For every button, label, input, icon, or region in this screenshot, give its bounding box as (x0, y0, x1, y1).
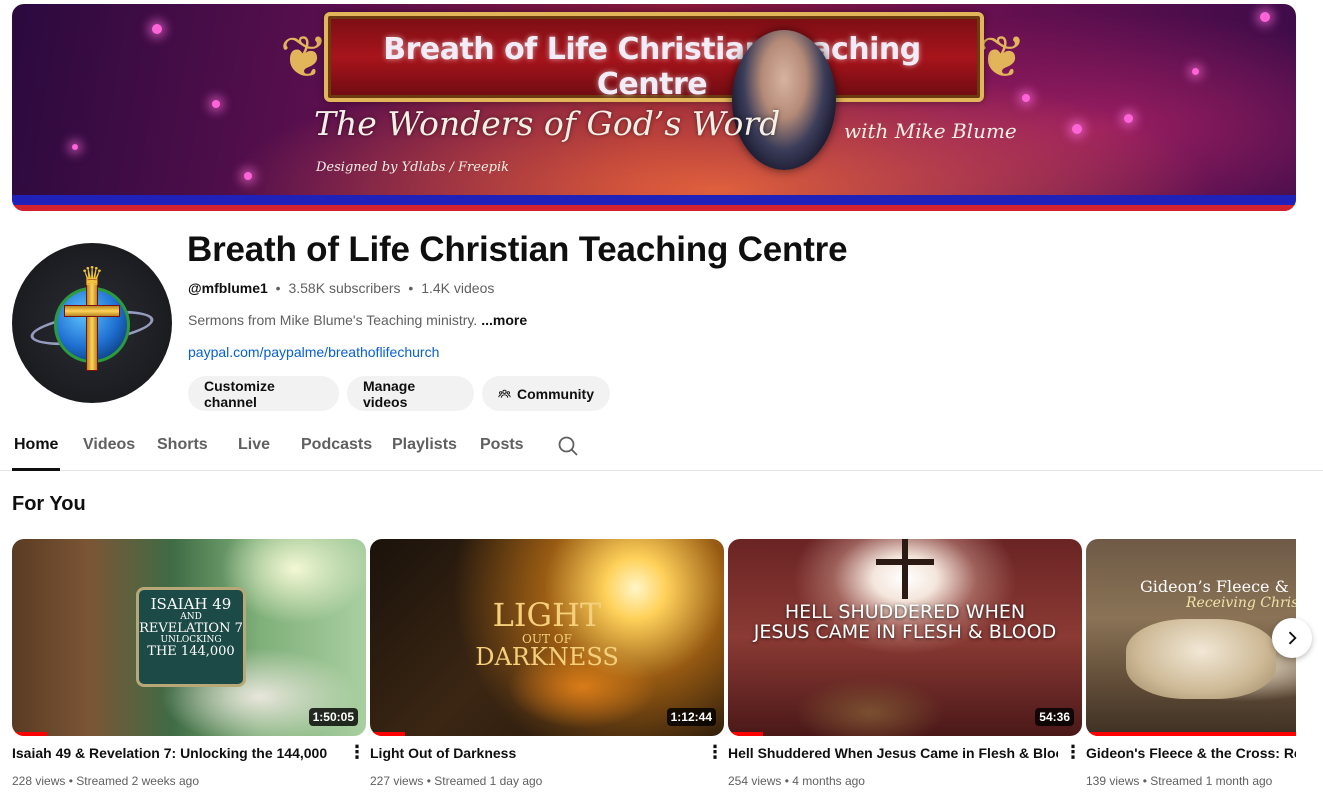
video-count: 1.4K videos (421, 280, 495, 296)
channel-name: Breath of Life Christian Teaching Centre (187, 230, 848, 269)
thumb-fleece (1126, 619, 1276, 699)
video-meta: 227 views • Streamed 1 day ago (370, 774, 542, 788)
video-age: Streamed 1 day ago (434, 774, 543, 788)
more-vert-icon[interactable]: ⋮ (1064, 743, 1082, 763)
avatar-cross-bar (64, 305, 120, 317)
chevron-right-icon (1288, 631, 1297, 645)
video-duration: 54:36 (1035, 708, 1074, 726)
video-card-clip: Gideon’s Fleece & Receiving Christ Gideo… (1086, 539, 1296, 797)
banner-subtitle: The Wonders of God’s Word (314, 104, 781, 143)
watch-progress-bar (1086, 732, 1296, 736)
thumb-line: ISAIAH 49 (150, 595, 232, 613)
video-age: Streamed 1 month ago (1150, 774, 1273, 788)
video-title[interactable]: Hell Shuddered When Jesus Came in Flesh … (728, 745, 1058, 761)
manage-videos-button[interactable]: Manage videos (347, 376, 474, 411)
video-thumbnail[interactable]: Gideon’s Fleece & Receiving Christ (1086, 539, 1296, 736)
video-views: 228 views (12, 774, 66, 788)
meta-separator: • (426, 774, 431, 788)
crown-icon: ♛ (80, 261, 104, 291)
active-tab-indicator (12, 468, 60, 471)
video-card[interactable]: LIGHT OUT OF DARKNESS 1:12:44 Light Out … (370, 539, 724, 788)
community-button[interactable]: Community (482, 376, 610, 411)
community-icon (498, 389, 511, 398)
thumb-line: DARKNESS (475, 643, 619, 672)
banner-byline: with Mike Blume (844, 119, 1017, 143)
video-thumbnail[interactable]: HELL SHUDDERED WHEN JESUS CAME IN FLESH … (728, 539, 1082, 736)
thumb-line: THE 144,000 (147, 644, 235, 660)
meta-separator: • (275, 280, 281, 296)
video-card[interactable]: ISAIAH 49 AND REVELATION 7 UNLOCKING THE… (12, 539, 366, 788)
more-link[interactable]: ...more (481, 312, 527, 328)
thumb-line: JESUS CAME IN FLESH & BLOOD (753, 620, 1057, 643)
video-title[interactable]: Light Out of Darkness (370, 745, 700, 761)
video-title[interactable]: Isaiah 49 & Revelation 7: Unlocking the … (12, 745, 342, 761)
thumb-text: LIGHT OUT OF DARKNESS (460, 596, 634, 672)
banner-portrait (732, 30, 836, 170)
channel-external-link[interactable]: paypal.com/paypalme/breathoflifechurch (188, 344, 439, 360)
video-views: 227 views (370, 774, 424, 788)
meta-separator: • (1142, 774, 1147, 788)
video-thumbnail[interactable]: LIGHT OUT OF DARKNESS 1:12:44 (370, 539, 724, 736)
tab-posts[interactable]: Posts (480, 436, 524, 454)
channel-avatar[interactable]: ♛ (12, 243, 172, 403)
thumb-line: Gideon’s Fleece & (1140, 577, 1289, 596)
description-text: Sermons from Mike Blume's Teaching minis… (188, 312, 478, 328)
thumb-line: Receiving Christ (1186, 594, 1296, 611)
tab-playlists[interactable]: Playlists (392, 436, 457, 454)
video-card[interactable]: HELL SHUDDERED WHEN JESUS CAME IN FLESH … (728, 539, 1082, 788)
tab-live[interactable]: Live (238, 436, 270, 454)
community-label: Community (517, 385, 594, 402)
thumb-cross-bar (876, 559, 934, 565)
thumb-text: ISAIAH 49 AND REVELATION 7 UNLOCKING THE… (136, 595, 246, 660)
channel-description[interactable]: Sermons from Mike Blume's Teaching minis… (188, 312, 527, 328)
thumb-line: REVELATION 7 (139, 621, 243, 637)
video-duration: 1:50:05 (308, 708, 358, 726)
video-card[interactable]: Gideon’s Fleece & Receiving Christ Gideo… (1086, 539, 1296, 788)
video-views: 254 views (728, 774, 782, 788)
carousel-next-button[interactable] (1272, 618, 1312, 658)
banner-credit: Designed by Ydlabs / Freepik (316, 160, 510, 175)
meta-separator: • (408, 280, 414, 296)
banner-stripe-blue (12, 195, 1296, 205)
avatar-cross (86, 279, 98, 371)
manage-videos-label: Manage videos (363, 377, 416, 410)
more-vert-icon[interactable]: ⋮ (348, 743, 366, 763)
channel-meta: @mfblume1 • 3.58K subscribers • 1.4K vid… (188, 280, 494, 296)
tab-home[interactable]: Home (14, 436, 58, 454)
video-duration: 1:12:44 (666, 708, 716, 726)
channel-handle: @mfblume1 (188, 280, 268, 296)
channel-banner: ❦ ❦ Breath of Life Christian Teaching Ce… (12, 4, 1296, 211)
subscriber-count: 3.58K subscribers (288, 280, 401, 296)
meta-separator: • (68, 774, 73, 788)
thumb-line: LIGHT (492, 596, 602, 634)
customize-channel-button[interactable]: Customize channel (188, 376, 339, 411)
video-age: Streamed 2 weeks ago (76, 774, 200, 788)
thumb-text: Gideon’s Fleece & Receiving Christ (1140, 577, 1296, 611)
video-thumbnail[interactable]: ISAIAH 49 AND REVELATION 7 UNLOCKING THE… (12, 539, 366, 736)
thumb-line: HELL SHUDDERED WHEN (784, 601, 1026, 623)
video-age: 4 months ago (792, 774, 865, 788)
banner-title: Breath of Life Christian Teaching Centre (383, 32, 921, 102)
video-views: 139 views (1086, 774, 1140, 788)
watch-progress-bar (370, 732, 406, 736)
banner-stripe-red (12, 205, 1296, 211)
watch-progress-bar (12, 732, 48, 736)
channel-tabs: Home Videos Shorts Live Podcasts Playlis… (0, 426, 1323, 471)
section-title: For You (12, 493, 86, 515)
more-vert-icon[interactable]: ⋮ (706, 743, 724, 763)
watch-progress-bar (728, 732, 764, 736)
video-meta: 228 views • Streamed 2 weeks ago (12, 774, 199, 788)
video-meta: 254 views • 4 months ago (728, 774, 865, 788)
thumb-text: HELL SHUDDERED WHEN JESUS CAME IN FLESH … (742, 601, 1068, 643)
video-meta: 139 views • Streamed 1 month ago (1086, 774, 1272, 788)
tab-shorts[interactable]: Shorts (157, 436, 208, 454)
video-title[interactable]: Gideon's Fleece & the Cross: Rece (1086, 745, 1296, 761)
meta-separator: • (784, 774, 789, 788)
tab-podcasts[interactable]: Podcasts (301, 436, 372, 454)
tab-videos[interactable]: Videos (83, 436, 135, 454)
customize-channel-label: Customize channel (204, 377, 275, 410)
search-icon[interactable] (556, 434, 580, 458)
thumb-cross (902, 539, 908, 599)
